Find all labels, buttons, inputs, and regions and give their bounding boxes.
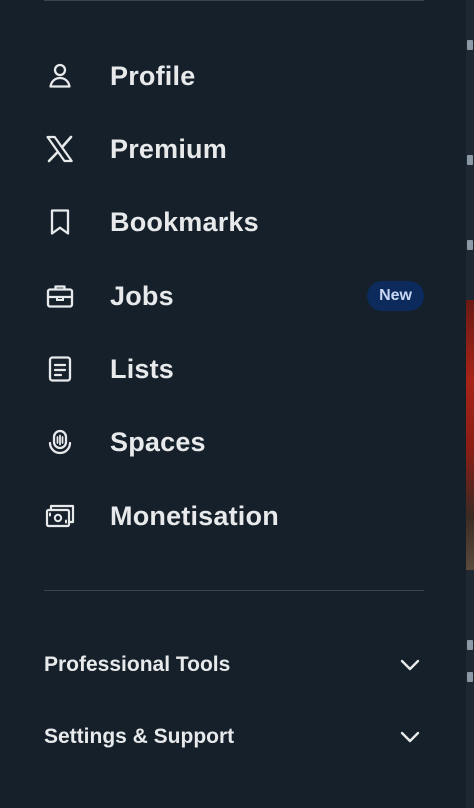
chevron-down-icon	[398, 725, 422, 749]
navigation-drawer: Profile Premium Bookmarks Jobs New Lists…	[0, 0, 466, 808]
menu-item-lists[interactable]: Lists	[44, 341, 424, 397]
feed-text-fragment	[467, 40, 473, 50]
menu-item-bookmarks[interactable]: Bookmarks	[44, 194, 424, 250]
briefcase-icon	[44, 280, 76, 312]
menu-item-label: Premium	[110, 133, 227, 164]
menu-item-label: Monetisation	[110, 500, 279, 531]
menu-item-label: Profile	[110, 60, 196, 91]
chevron-down-icon	[398, 653, 422, 677]
microphone-spaces-icon	[44, 426, 76, 458]
x-logo-icon	[44, 133, 76, 165]
person-icon	[44, 60, 76, 92]
money-icon	[44, 500, 76, 532]
menu-divider	[44, 590, 424, 591]
feed-image-edge	[466, 300, 474, 570]
settings-support-toggle[interactable]: Settings & Support	[44, 715, 424, 759]
menu-item-profile[interactable]: Profile	[44, 48, 424, 104]
menu-item-monetisation[interactable]: Monetisation	[44, 488, 424, 544]
feed-text-fragment	[467, 240, 473, 250]
list-document-icon	[44, 353, 76, 385]
underlying-feed-edge	[466, 0, 474, 808]
feed-text-fragment	[467, 640, 473, 650]
menu-item-label: Lists	[110, 353, 175, 384]
section-label: Professional Tools	[44, 653, 231, 676]
menu-item-jobs[interactable]: Jobs New	[44, 268, 424, 324]
menu-item-label: Spaces	[110, 426, 206, 457]
professional-tools-toggle[interactable]: Professional Tools	[44, 643, 424, 687]
menu-item-label: Jobs	[110, 280, 174, 311]
menu-item-spaces[interactable]: Spaces	[44, 414, 424, 470]
section-label: Settings & Support	[44, 725, 235, 748]
bookmark-icon	[44, 206, 76, 238]
top-divider	[44, 0, 424, 1]
new-badge: New	[367, 281, 424, 311]
menu-item-label: Bookmarks	[110, 206, 259, 237]
feed-text-fragment	[467, 672, 473, 682]
feed-text-fragment	[467, 155, 473, 165]
menu-item-premium[interactable]: Premium	[44, 121, 424, 177]
